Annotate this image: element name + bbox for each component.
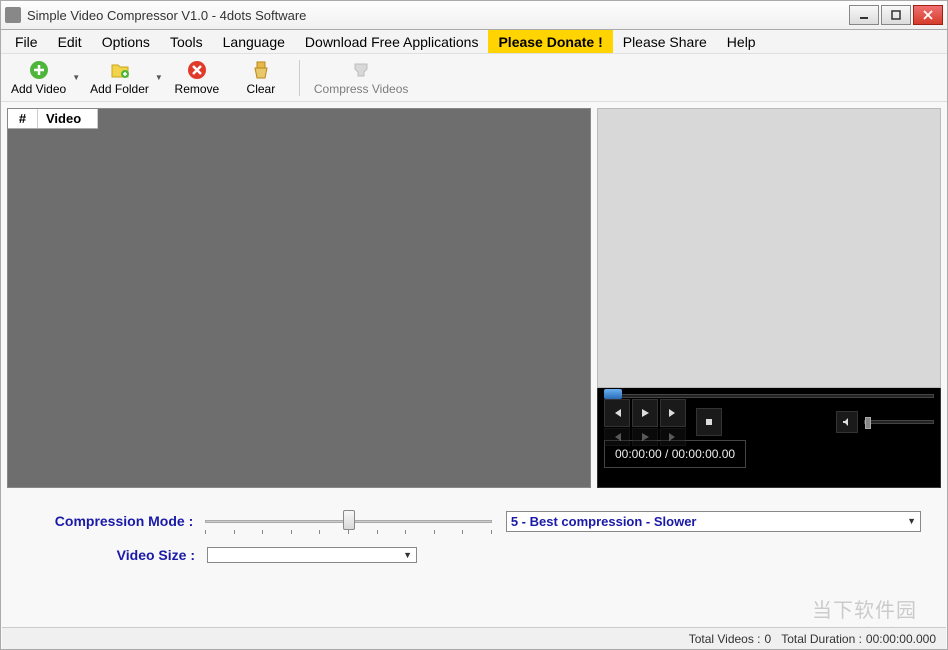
- window-titlebar: Simple Video Compressor V1.0 - 4dots Sof…: [0, 0, 948, 30]
- total-videos-value: 0: [765, 632, 772, 646]
- add-folder-label: Add Folder: [90, 82, 149, 96]
- compression-mode-slider[interactable]: [205, 506, 492, 536]
- volume-button[interactable]: [836, 411, 858, 433]
- compress-label: Compress Videos: [314, 82, 409, 96]
- menu-bar: File Edit Options Tools Language Downloa…: [1, 30, 947, 54]
- close-button[interactable]: [913, 5, 943, 25]
- add-video-label: Add Video: [11, 82, 66, 96]
- minimize-button[interactable]: [849, 5, 879, 25]
- play-alt-button[interactable]: [632, 428, 658, 446]
- video-size-label: Video Size :: [47, 547, 207, 563]
- stop-button[interactable]: [696, 408, 722, 436]
- add-folder-icon: [110, 60, 130, 80]
- video-preview-area: [597, 108, 941, 388]
- add-folder-dropdown[interactable]: ▼: [155, 73, 163, 82]
- total-duration-value: 00:00:00.000: [866, 632, 936, 646]
- compress-videos-button[interactable]: Compress Videos: [308, 56, 415, 100]
- add-video-icon: [29, 60, 49, 80]
- volume-slider[interactable]: [864, 420, 934, 424]
- clear-button[interactable]: Clear: [231, 56, 291, 100]
- toolbar-separator: [299, 60, 300, 96]
- menu-share[interactable]: Please Share: [613, 30, 717, 53]
- video-list-header: # Video: [8, 109, 98, 129]
- clear-icon: [251, 60, 271, 80]
- add-video-dropdown[interactable]: ▼: [72, 73, 80, 82]
- menu-tools[interactable]: Tools: [160, 30, 213, 53]
- watermark-text: 当下软件园: [812, 594, 917, 623]
- add-folder-button[interactable]: Add Folder: [84, 56, 155, 100]
- maximize-button[interactable]: [881, 5, 911, 25]
- remove-button[interactable]: Remove: [167, 56, 227, 100]
- volume-thumb[interactable]: [865, 417, 871, 429]
- compression-mode-label: Compression Mode :: [47, 513, 205, 529]
- step-back-button[interactable]: [604, 428, 630, 446]
- video-size-combo[interactable]: ▼: [207, 547, 417, 563]
- menu-file[interactable]: File: [5, 30, 48, 53]
- step-forward-button[interactable]: [660, 428, 686, 446]
- total-duration-label: Total Duration :: [781, 632, 862, 646]
- compression-mode-combo[interactable]: 5 - Best compression - Slower ▼: [506, 511, 921, 532]
- compression-mode-value: 5 - Best compression - Slower: [511, 514, 697, 529]
- seek-thumb[interactable]: [604, 389, 622, 399]
- chevron-down-icon: ▼: [403, 550, 412, 560]
- toolbar: Add Video ▼ Add Folder ▼ Remove Clear Co…: [1, 54, 947, 102]
- compress-icon: [351, 60, 371, 80]
- window-title: Simple Video Compressor V1.0 - 4dots Sof…: [27, 8, 849, 23]
- player-controls: 00:00:00 / 00:00:00.00: [597, 388, 941, 488]
- total-videos-label: Total Videos :: [689, 632, 761, 646]
- app-icon: [5, 7, 21, 23]
- video-list-panel[interactable]: # Video: [7, 108, 591, 488]
- status-bar: Total Videos : 0 Total Duration : 00:00:…: [2, 627, 946, 649]
- menu-edit[interactable]: Edit: [48, 30, 92, 53]
- chevron-down-icon: ▼: [907, 516, 916, 526]
- menu-help[interactable]: Help: [717, 30, 766, 53]
- compression-slider-thumb[interactable]: [343, 510, 355, 530]
- remove-label: Remove: [175, 82, 220, 96]
- menu-donate[interactable]: Please Donate !: [488, 30, 612, 53]
- menu-download[interactable]: Download Free Applications: [295, 30, 489, 53]
- menu-options[interactable]: Options: [92, 30, 160, 53]
- remove-icon: [187, 60, 207, 80]
- seek-slider[interactable]: [604, 394, 934, 398]
- menu-language[interactable]: Language: [213, 30, 295, 53]
- column-video[interactable]: Video: [38, 109, 98, 128]
- column-number[interactable]: #: [8, 109, 38, 128]
- add-video-button[interactable]: Add Video: [5, 56, 72, 100]
- clear-label: Clear: [247, 82, 276, 96]
